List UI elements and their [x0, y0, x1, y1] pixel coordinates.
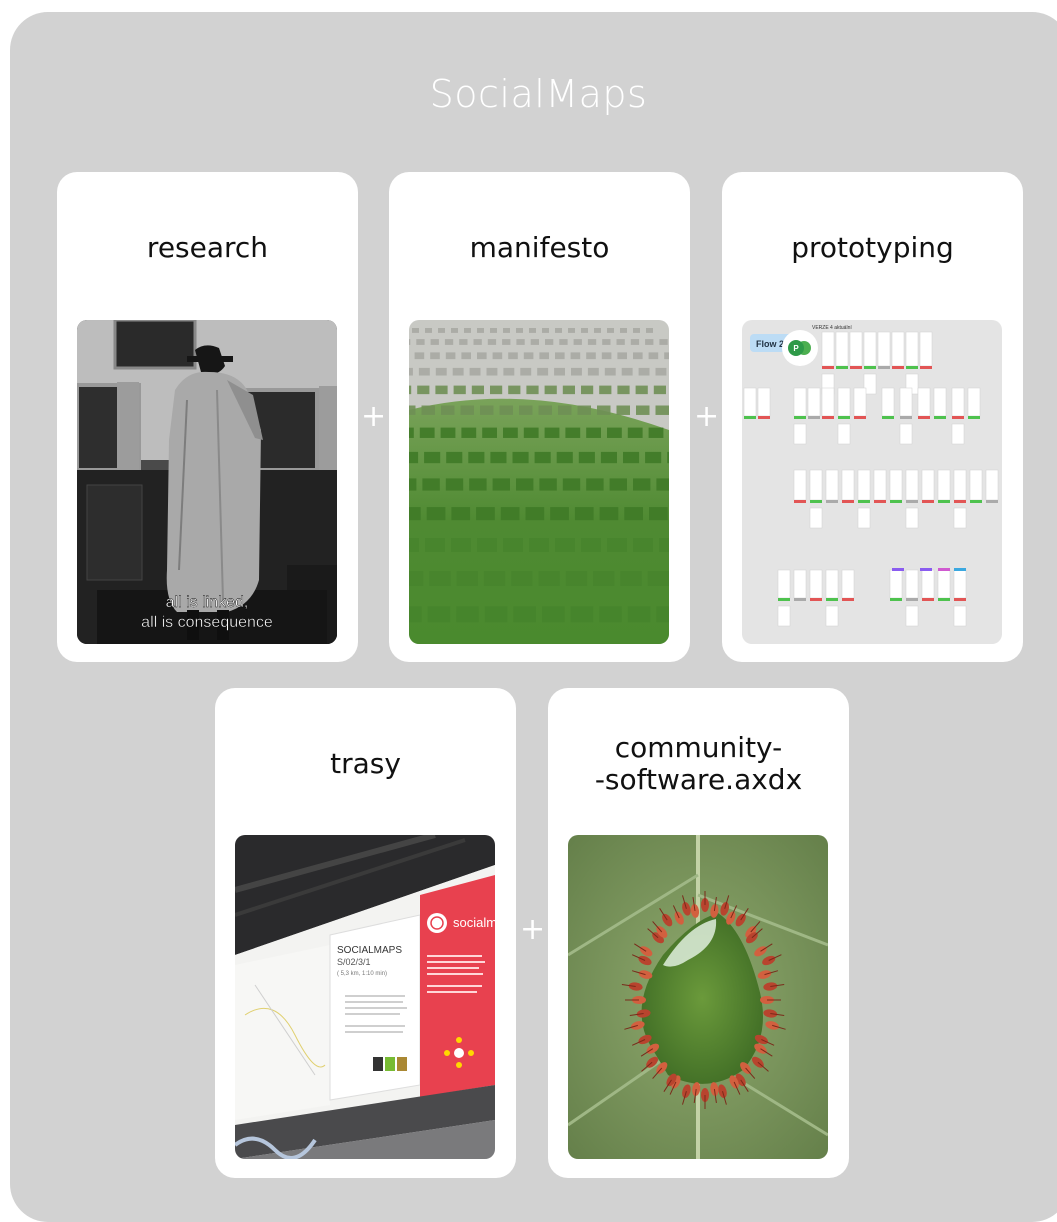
plus-connector: +	[694, 402, 718, 432]
card-manifesto[interactable]: manifesto	[389, 172, 690, 662]
manifesto-image	[409, 320, 669, 644]
avatar-letter: P	[793, 344, 799, 353]
page-title: SocialMaps	[0, 72, 1057, 116]
card-label: trasy	[215, 748, 516, 780]
caption-line-2: all is consequence	[141, 614, 273, 631]
card-trasy[interactable]: trasy SOCIALMAPS S/02/3/1 ( 5,3 km, 1:10…	[215, 688, 516, 1178]
prototyping-image: Flow 2 P VERZE 4 aktuální	[742, 320, 1002, 644]
research-image: all is linked, all is consequence	[77, 320, 337, 644]
card-prototyping[interactable]: prototyping Flow 2 P VERZE 4 aktuální	[722, 172, 1023, 662]
card-community-software[interactable]: community- -software.axdx	[548, 688, 849, 1178]
caption-line-1: all is linked,	[166, 594, 249, 611]
community-software-image	[568, 835, 828, 1159]
card-label: prototyping	[722, 232, 1023, 264]
plus-connector: +	[520, 915, 544, 945]
panel-text: socialm	[453, 915, 495, 930]
flow-label: Flow 2	[756, 339, 784, 349]
card-label: manifesto	[389, 232, 690, 264]
card-label-line-1: community-	[548, 732, 849, 764]
trasy-image: SOCIALMAPS S/02/3/1 ( 5,3 km, 1:10 min) …	[235, 835, 495, 1159]
poster-distance: ( 5,3 km, 1:10 min)	[337, 971, 387, 977]
poster-sub: S/02/3/1	[337, 957, 371, 967]
card-label-line-2: -software.axdx	[548, 764, 849, 796]
version-header: VERZE 4 aktuální	[812, 325, 852, 331]
plus-connector: +	[361, 402, 385, 432]
card-label: research	[57, 232, 358, 264]
poster-title: SOCIALMAPS	[337, 945, 402, 956]
card-research[interactable]: research all is linked, all is consequen	[57, 172, 358, 662]
